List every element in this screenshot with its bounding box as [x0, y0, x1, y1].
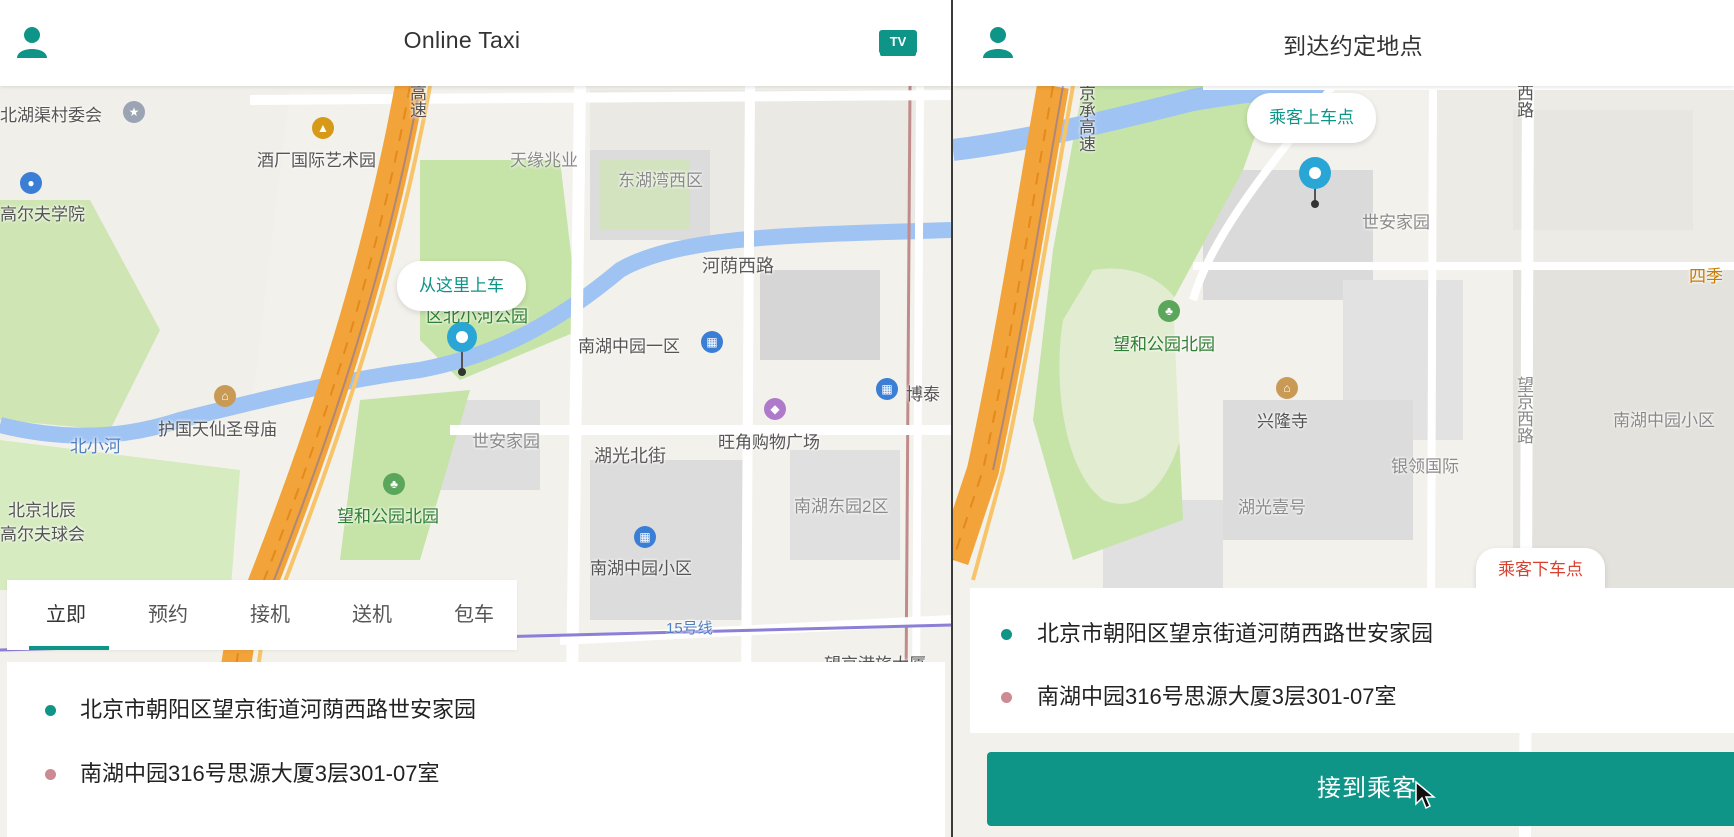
map-label: 北小河	[70, 437, 121, 456]
map-label: 南湖东园2区	[794, 497, 889, 516]
tab-reservation[interactable]: 预约	[124, 580, 212, 650]
map-label: 北湖渠村委会	[0, 106, 102, 125]
map-label: 酒厂国际艺术园	[257, 151, 376, 170]
tab-airport-dropoff[interactable]: 送机	[328, 580, 416, 650]
user-icon[interactable]	[980, 24, 1016, 60]
temple-poi-icon: ⌂	[214, 385, 236, 407]
map-label: 高尔夫学院	[0, 205, 85, 224]
origin-dot-icon	[1001, 629, 1012, 640]
map-label: 京承高速	[1076, 84, 1095, 152]
temple-poi-icon: ⌂	[1276, 377, 1298, 399]
origin-address: 北京市朝阳区望京街道河荫西路世安家园	[80, 697, 477, 722]
mouse-cursor-icon	[1415, 780, 1436, 810]
passenger-dropoff-bubble[interactable]: 乘客下车点	[1476, 548, 1605, 588]
map-label: 东湖湾西区	[618, 171, 703, 190]
page-title: Online Taxi	[403, 27, 521, 53]
map-label: 世安家园	[472, 432, 540, 451]
destination-address: 南湖中园316号思源大厦3层301-07室	[80, 761, 440, 786]
star-poi-icon: ★	[123, 101, 145, 123]
pickup-pin-icon	[447, 322, 477, 376]
map-label: 高速	[407, 84, 426, 118]
destination-address: 南湖中园316号思源大厦3层301-07室	[1037, 684, 1397, 709]
map-label: 望和公园北园	[1113, 335, 1215, 354]
map-label: 高尔夫球会	[0, 525, 85, 544]
app-header: Online Taxi TV	[0, 0, 951, 86]
app-header: 到达约定地点	[953, 0, 1734, 86]
map-label: 15号线	[666, 620, 713, 637]
tab-charter[interactable]: 包车	[430, 580, 518, 650]
page-title: 到达约定地点	[1283, 33, 1423, 59]
destination-dot-icon	[1001, 692, 1012, 703]
park-poi-icon: ♣	[1158, 300, 1180, 322]
route-address-card: 北京市朝阳区望京街道河荫西路世安家园 南湖中园316号思源大厦3层301-07室	[7, 662, 945, 837]
map-label: 湖光北街	[594, 446, 666, 466]
map-label: 南湖中园小区	[1613, 411, 1715, 430]
shopping-poi-icon: ◆	[764, 398, 786, 420]
route-address-card: 北京市朝阳区望京街道河荫西路世安家园 南湖中园316号思源大厦3层301-07室	[970, 588, 1734, 733]
right-app-panel: 到达约定地点 京承高速 西路 世安家园 四季 ♣ 望和公园北园 ⌂ 兴隆寺 望京…	[953, 0, 1734, 837]
map-label: 世安家园	[1362, 213, 1430, 232]
ride-type-tabs: 立即 预约 接机 送机 包车	[7, 580, 517, 650]
map-label: 湖光壹号	[1238, 498, 1306, 517]
map-label: 银领国际	[1391, 457, 1459, 476]
museum-poi-icon: ▲	[312, 117, 334, 139]
tab-immediate[interactable]: 立即	[22, 580, 110, 650]
map-label: 北京北辰	[8, 501, 76, 520]
origin-address: 北京市朝阳区望京街道河荫西路世安家园	[1037, 621, 1434, 646]
destination-dot-icon	[45, 769, 56, 780]
building-poi-icon: ▦	[634, 526, 656, 548]
left-app-panel: Online Taxi TV 北湖渠村委会 ★ ▲ 酒厂国际艺术园 天缘兆业 东…	[0, 0, 951, 837]
map-label: 四季	[1689, 267, 1723, 286]
map-label: 天缘兆业	[510, 151, 578, 170]
building-poi-icon: ▦	[701, 331, 723, 353]
map-label: 博泰	[906, 385, 940, 404]
map-label: 河荫西路	[702, 256, 774, 276]
pickup-here-bubble[interactable]: 从这里上车	[397, 261, 526, 311]
tv-icon[interactable]: TV	[879, 30, 917, 54]
map-label: 旺角购物广场	[718, 433, 820, 452]
map-label: 望和公园北园	[337, 507, 439, 526]
map-label: 南湖中园一区	[578, 337, 680, 356]
school-poi-icon: ●	[20, 172, 42, 194]
origin-dot-icon	[45, 705, 56, 716]
park-poi-icon: ♣	[383, 473, 405, 495]
map-label: 南湖中园小区	[590, 559, 692, 578]
passenger-pickup-bubble[interactable]: 乘客上车点	[1247, 93, 1376, 143]
passenger-picked-up-button[interactable]: 接到乘客	[987, 752, 1734, 826]
map-label: 望京西路	[1514, 376, 1533, 444]
map-label: 护国天仙圣母庙	[158, 420, 277, 439]
tab-airport-pickup[interactable]: 接机	[226, 580, 314, 650]
pickup-pin-icon	[1299, 157, 1331, 208]
building-poi-icon: ▦	[876, 378, 898, 400]
map-label: 兴隆寺	[1257, 412, 1308, 431]
map-label: 西路	[1514, 84, 1533, 118]
